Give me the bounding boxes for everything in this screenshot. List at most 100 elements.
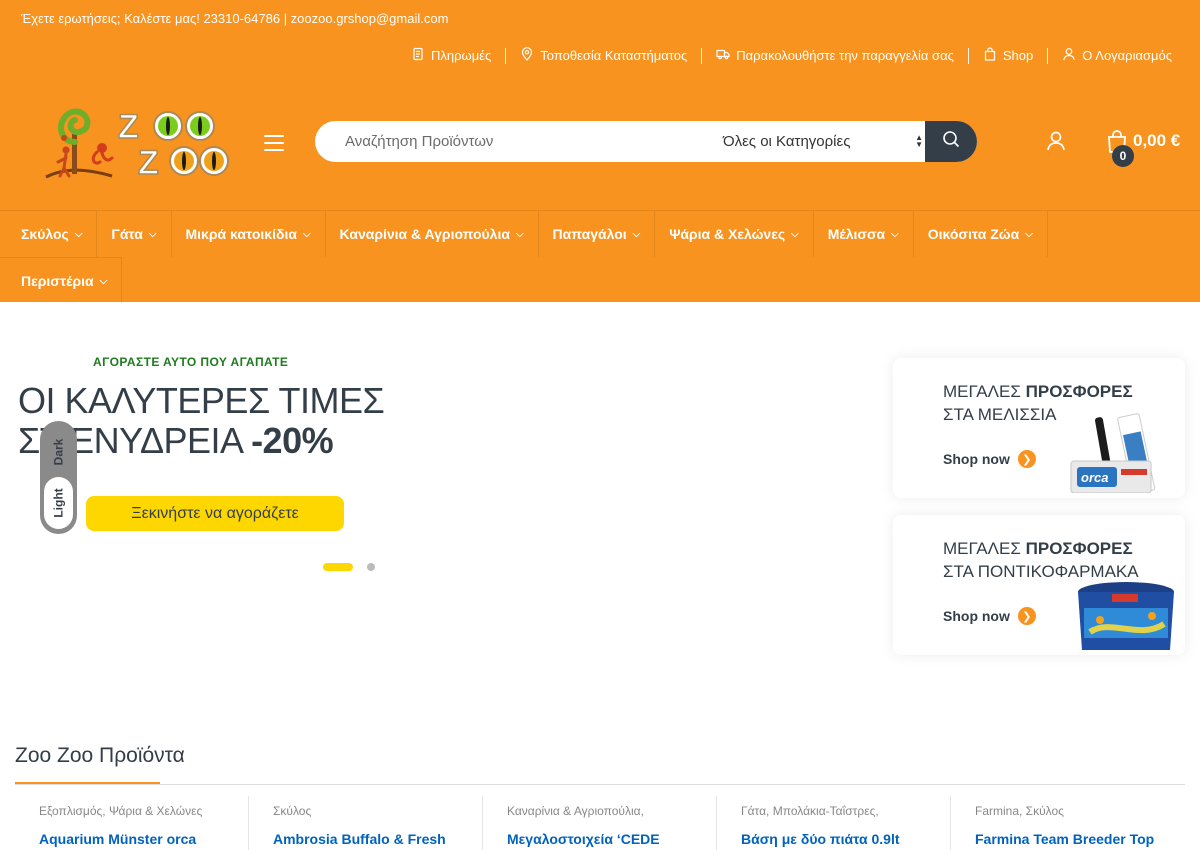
shopping-bag-icon bbox=[983, 47, 997, 64]
category-select[interactable]: Όλες οι Κατηγορίες ▲ ▼ bbox=[723, 121, 925, 162]
menu-hamburger-icon[interactable] bbox=[264, 135, 284, 151]
nav-item-parrots[interactable]: Παπαγάλοι ⌵ bbox=[539, 211, 656, 257]
hero-eyebrow: ΑΓΟΡΑΣΤΕ ΑΥΤΟ ΠΟΥ ΑΓΑΠΑΤΕ bbox=[93, 355, 289, 369]
topbar-link-account[interactable]: Ο Λογαριασμός bbox=[1048, 47, 1186, 64]
nav-item-label: Περιστέρια bbox=[21, 273, 94, 289]
promo-card-bees[interactable]: ΜΕΓΑΛΕΣ ΠΡΟΣΦΟΡΕΣ ΣΤΑ ΜΕΛΙΣΣΙΑ Shop now ❯… bbox=[893, 358, 1185, 498]
topbar-link-label: Τοποθεσία Καταστήματος bbox=[540, 48, 688, 63]
topbar-link-store-location[interactable]: Τοποθεσία Καταστήματος bbox=[506, 47, 701, 64]
promo-title: ΜΕΓΑΛΕΣ ΠΡΟΣΦΟΡΕΣ bbox=[943, 382, 1133, 402]
topbar-link-label: Παρακολουθήστε την παραγγελία σας bbox=[736, 48, 954, 63]
category-select-value: Όλες οι Κατηγορίες bbox=[723, 133, 851, 150]
product-name-link[interactable]: Aquarium Münster orca bbox=[39, 831, 196, 847]
promo-shop-now-link[interactable]: Shop now ❯ bbox=[943, 607, 1036, 625]
nav-item-cat[interactable]: Γάτα ⌵ bbox=[97, 211, 172, 257]
nav-item-label: Ψάρια & Χελώνες bbox=[669, 226, 786, 242]
product-categories[interactable]: Εξοπλισμός, Ψάρια & Χελώνες bbox=[39, 804, 202, 818]
nav-item-label: Σκύλος bbox=[21, 226, 69, 242]
svg-text:orca: orca bbox=[1081, 470, 1108, 485]
map-pin-icon bbox=[520, 47, 534, 64]
account-user-icon[interactable] bbox=[1045, 130, 1067, 152]
payment-icon bbox=[411, 47, 425, 64]
product-categories[interactable]: Γάτα, Μπολάκια-Ταΐστρες, bbox=[741, 804, 879, 818]
nav-item-bees[interactable]: Μέλισσα ⌵ bbox=[814, 211, 914, 257]
topbar-links: Πληρωμές Τοποθεσία Καταστήματος Παρακολο… bbox=[397, 47, 1186, 64]
chevron-down-icon: ⌵ bbox=[891, 228, 899, 240]
product-name-link[interactable]: Farmina Team Breeder Top bbox=[975, 831, 1154, 847]
topbar-link-label: Shop bbox=[1002, 48, 1034, 63]
dark-light-toggle[interactable]: Dark Light bbox=[40, 421, 77, 534]
promo-card-rodenticides[interactable]: ΜΕΓΑΛΕΣ ΠΡΟΣΦΟΡΕΣ ΣΤΑ ΠΟΝΤΙΚΟΦΑΡΜΑΚΑ Sho… bbox=[893, 515, 1185, 655]
nav-item-canaries[interactable]: Καναρίνια & Αγριοπούλια ⌵ bbox=[326, 211, 539, 257]
topbar-link-payments[interactable]: Πληρωμές bbox=[397, 47, 505, 64]
product-name-link[interactable]: Βάση με δύο πιάτα 0.9lt bbox=[741, 831, 900, 847]
topbar-divider bbox=[505, 47, 507, 64]
nav-item-label: Μικρά κατοικίδια bbox=[185, 226, 297, 242]
nav-item-fish-turtles[interactable]: Ψάρια & Χελώνες ⌵ bbox=[655, 211, 814, 257]
user-icon bbox=[1062, 47, 1076, 64]
chevron-down-icon: ⌵ bbox=[791, 228, 799, 240]
topbar-divider bbox=[701, 47, 703, 64]
promo-title-bold: ΠΡΟΣΦΟΡΕΣ bbox=[1025, 382, 1133, 401]
promo-shop-now-link[interactable]: Shop now ❯ bbox=[943, 450, 1036, 468]
product-name-link[interactable]: Μεγαλοστοιχεία ‘CEDE bbox=[507, 831, 660, 847]
arrow-right-icon: ❯ bbox=[1017, 450, 1036, 468]
product-name-link[interactable]: Ambrosia Buffalo & Fresh bbox=[273, 831, 446, 847]
slider-dot[interactable] bbox=[367, 563, 375, 571]
promo-product-image-silicone-tube: orca bbox=[1065, 403, 1185, 498]
chevron-down-icon: ⌵ bbox=[515, 228, 524, 240]
nav-item-pigeons[interactable]: Περιστέρια ⌵ bbox=[0, 258, 123, 304]
product-card: Γάτα, Μπολάκια-Ταΐστρες, Βάση με δύο πιά… bbox=[717, 796, 951, 850]
slider-dot-active[interactable] bbox=[323, 563, 353, 571]
hero-title-line1: ΟΙ ΚΑΛΥΤΕΡΕΣ ΤΙΜΕΣ bbox=[18, 380, 385, 421]
chevron-down-icon: ⌵ bbox=[99, 275, 108, 287]
nav-item-dog[interactable]: Σκύλος ⌵ bbox=[0, 211, 98, 257]
section-divider bbox=[15, 784, 1185, 785]
category-nav: Σκύλος ⌵ Γάτα ⌵ Μικρά κατοικίδια ⌵ Καναρίνι… bbox=[0, 210, 1200, 304]
product-list: Εξοπλισμός, Ψάρια & Χελώνες Aquarium Mün… bbox=[15, 796, 1185, 850]
chevron-down-icon: ⌵ bbox=[74, 228, 83, 240]
topbar-link-track-order[interactable]: Παρακολουθήστε την παραγγελία σας bbox=[702, 47, 968, 64]
topbar-link-label: Ο Λογαριασμός bbox=[1082, 48, 1172, 63]
site-logo[interactable]: Z Z bbox=[42, 104, 232, 183]
product-categories[interactable]: Σκύλος bbox=[273, 804, 311, 818]
search-bar: Όλες οι Κατηγορίες ▲▼ bbox=[315, 121, 977, 162]
mini-cart[interactable]: 0 0,00 € bbox=[1106, 128, 1196, 168]
hero-cta-button[interactable]: Ξεκινήστε να αγοράζετε bbox=[86, 496, 344, 531]
products-section-title: Zoo Zoo Προϊόντα bbox=[15, 744, 185, 767]
promo-title-light: ΜΕΓΑΛΕΣ bbox=[943, 382, 1021, 401]
dark-mode-label: Dark bbox=[51, 438, 66, 466]
topbar-link-shop[interactable]: Shop bbox=[969, 47, 1047, 64]
promo-title-bold: ΠΡΟΣΦΟΡΕΣ bbox=[1025, 539, 1133, 558]
section-title-underline bbox=[15, 782, 160, 784]
dark-mode-option[interactable]: Dark bbox=[40, 427, 77, 477]
topbar-divider bbox=[967, 47, 969, 64]
chevron-down-icon: ⌵ bbox=[1025, 228, 1033, 240]
light-mode-label: Light bbox=[51, 488, 66, 518]
topbar-contact-text: Έχετε ερωτήσεις; Καλέστε μας! 23310-6478… bbox=[21, 11, 449, 26]
nav-item-label: Οικόσιτα Ζώα bbox=[927, 226, 1020, 242]
chevron-down-icon: ⌵ bbox=[148, 228, 157, 240]
cart-count-badge: 0 bbox=[1112, 145, 1134, 167]
search-input[interactable] bbox=[315, 121, 695, 162]
promo-cta-label: Shop now bbox=[943, 608, 1010, 624]
product-categories[interactable]: Farmina, Σκύλος bbox=[975, 804, 1064, 818]
nav-item-label: Παπαγάλοι bbox=[552, 226, 627, 242]
chevron-down-icon: ⌵ bbox=[632, 228, 641, 240]
product-categories[interactable]: Καναρίνια & Αγριοπούλια, bbox=[507, 804, 644, 818]
nav-item-small-pets[interactable]: Μικρά κατοικίδια ⌵ bbox=[172, 211, 326, 257]
svg-text:Z: Z bbox=[138, 144, 159, 182]
site-header: Έχετε ερωτήσεις; Καλέστε μας! 23310-6478… bbox=[0, 0, 1200, 304]
nav-item-livestock[interactable]: Οικόσιτα Ζώα ⌵ bbox=[914, 211, 1048, 257]
arrow-right-icon: ❯ bbox=[1017, 607, 1036, 625]
product-card: Εξοπλισμός, Ψάρια & Χελώνες Aquarium Mün… bbox=[15, 796, 249, 850]
nav-item-label: Καναρίνια & Αγριοπούλια bbox=[339, 226, 510, 242]
promo-product-image-tub bbox=[1060, 578, 1185, 655]
search-button[interactable] bbox=[925, 121, 977, 162]
product-card: Farmina, Σκύλος Farmina Team Breeder Top bbox=[951, 796, 1185, 850]
nav-item-label: Γάτα bbox=[111, 226, 143, 242]
product-card: Σκύλος Ambrosia Buffalo & Fresh bbox=[249, 796, 483, 850]
cart-total: 0,00 € bbox=[1133, 131, 1181, 150]
light-mode-option[interactable]: Light bbox=[44, 477, 73, 529]
promo-subtitle: ΣΤΑ ΜΕΛΙΣΣΙΑ bbox=[943, 405, 1057, 424]
